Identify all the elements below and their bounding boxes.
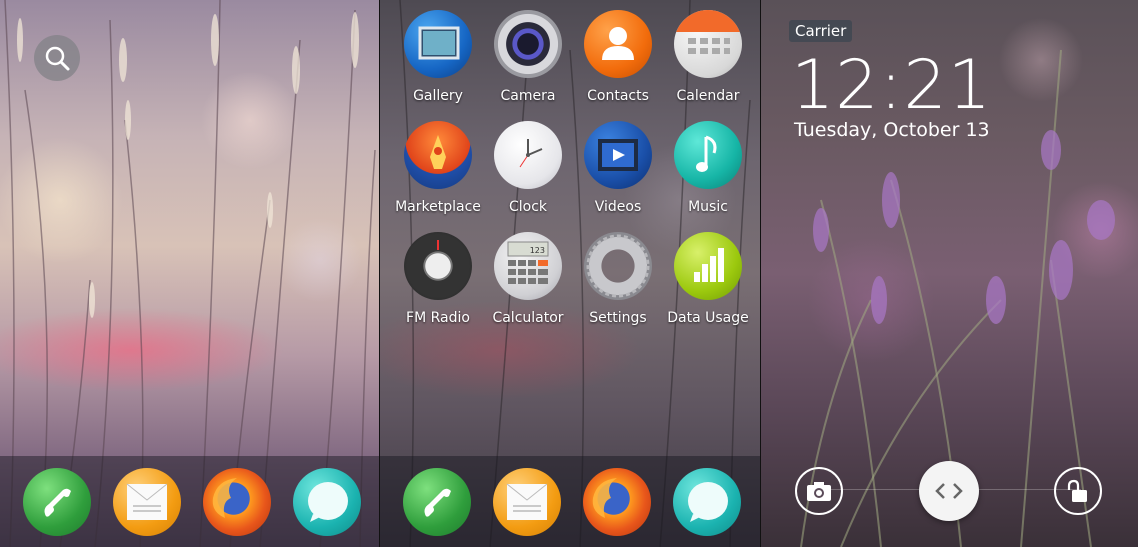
firefox-app[interactable]: [583, 468, 651, 536]
messages-icon: [293, 468, 361, 536]
app-label: Camera: [500, 88, 556, 104]
search-button[interactable]: [34, 35, 80, 81]
unlock-icon: [1067, 479, 1087, 502]
firefox-icon: [203, 468, 271, 536]
calculator-display: 123: [530, 246, 545, 255]
email-icon: [493, 468, 561, 536]
app-calculator[interactable]: 123 Calculator: [483, 232, 573, 326]
clock-icon: [494, 121, 562, 189]
app-gallery[interactable]: Gallery: [393, 10, 483, 104]
dock: [0, 456, 379, 547]
marketplace-icon: [404, 121, 472, 189]
phone-app[interactable]: [403, 468, 471, 536]
fm-radio-icon: [404, 232, 472, 300]
app-contacts[interactable]: Contacts: [573, 10, 663, 104]
app-label: Data Usage: [667, 310, 749, 326]
settings-icon: [584, 232, 652, 300]
firefox-icon: [583, 468, 651, 536]
videos-icon: [584, 121, 652, 189]
unlock-slider-handle[interactable]: [919, 461, 979, 521]
calculator-icon: 123: [494, 232, 562, 300]
contacts-icon: [584, 10, 652, 78]
phone-app[interactable]: [23, 468, 91, 536]
firefox-app[interactable]: [203, 468, 271, 536]
app-fm-radio[interactable]: FM Radio: [393, 232, 483, 326]
camera-icon: [494, 10, 562, 78]
lockscreen-panel: Carrier 12:21 Tuesday, October 13: [761, 0, 1138, 547]
app-label: Contacts: [587, 88, 649, 104]
unlock-button[interactable]: [1054, 467, 1102, 515]
messages-icon: [673, 468, 741, 536]
app-label: Gallery: [413, 88, 463, 104]
app-label: Calendar: [676, 88, 740, 104]
messages-app[interactable]: [293, 468, 361, 536]
phone-icon: [403, 468, 471, 536]
app-grid-panel: Gallery Camera Contacts Calendar Marketp…: [380, 0, 760, 547]
carrier-label: Carrier: [789, 20, 853, 42]
app-label: Calculator: [492, 310, 564, 326]
phone-icon: [23, 468, 91, 536]
app-label: FM Radio: [406, 310, 470, 326]
data-usage-icon: [674, 232, 742, 300]
calendar-icon: [674, 10, 742, 78]
homescreen-panel: [0, 0, 379, 547]
app-label: Music: [688, 199, 728, 215]
app-label: Marketplace: [395, 199, 481, 215]
app-calendar[interactable]: Calendar: [663, 10, 753, 104]
email-icon: [113, 468, 181, 536]
lock-camera-button[interactable]: [795, 467, 843, 515]
slider-arrows-icon: [935, 483, 963, 499]
app-music[interactable]: Music: [663, 121, 753, 215]
messages-app[interactable]: [673, 468, 741, 536]
app-clock[interactable]: Clock: [483, 121, 573, 215]
app-label: Clock: [508, 199, 548, 215]
app-settings[interactable]: Settings: [573, 232, 663, 326]
lock-date: Tuesday, October 13: [794, 119, 990, 141]
gallery-icon: [404, 10, 472, 78]
search-icon: [45, 46, 70, 71]
app-camera[interactable]: Camera: [483, 10, 573, 104]
app-grid: Gallery Camera Contacts Calendar Marketp…: [393, 10, 753, 343]
app-videos[interactable]: Videos: [573, 121, 663, 215]
lock-clock: 12:21: [791, 46, 992, 125]
music-icon: [674, 121, 742, 189]
app-label: Settings: [589, 310, 647, 326]
dock: [380, 456, 760, 547]
app-marketplace[interactable]: Marketplace: [393, 121, 483, 215]
app-data-usage[interactable]: Data Usage: [663, 232, 753, 326]
camera-icon: [807, 482, 831, 501]
email-app[interactable]: [113, 468, 181, 536]
app-label: Videos: [594, 199, 642, 215]
email-app[interactable]: [493, 468, 561, 536]
